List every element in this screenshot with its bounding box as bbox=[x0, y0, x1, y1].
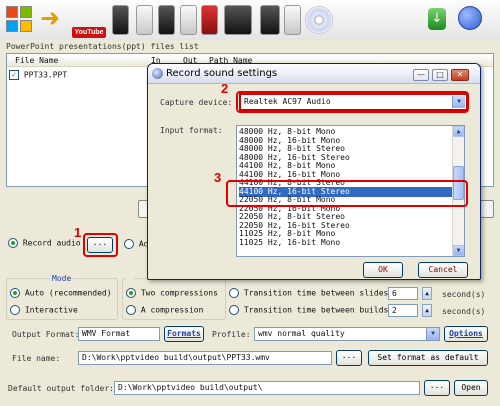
callout-box-3 bbox=[226, 180, 468, 207]
dialog-app-icon bbox=[152, 68, 163, 79]
mode-auto-label: Auto (recommended) bbox=[24, 288, 112, 298]
open-folder-button[interactable]: Open bbox=[454, 380, 488, 396]
compression-title bbox=[126, 274, 134, 283]
mode-auto-radio[interactable] bbox=[10, 288, 20, 298]
one-compression-label: A compression bbox=[140, 305, 204, 315]
builds-time-value: 2 bbox=[392, 306, 397, 315]
file-checkbox[interactable]: ✓ bbox=[9, 70, 19, 80]
cancel-button[interactable]: Cancel bbox=[418, 262, 468, 278]
input-format-label: Input format: bbox=[160, 126, 223, 135]
mode-interactive-label: Interactive bbox=[24, 305, 78, 315]
transition-builds-radio[interactable] bbox=[229, 305, 239, 315]
profile-value: wmv normal quality bbox=[258, 329, 345, 338]
builds-time-input[interactable]: 2 bbox=[388, 304, 418, 317]
minimize-icon[interactable]: — bbox=[413, 69, 429, 81]
output-format-field[interactable]: WMV Format bbox=[78, 327, 160, 341]
convert-arrow-icon: ➜ bbox=[40, 4, 61, 32]
mode-title: Mode bbox=[50, 274, 74, 283]
psp-icon bbox=[224, 5, 252, 35]
slides-unit-label: second(s) bbox=[442, 290, 486, 299]
scroll-down-icon[interactable]: ▼ bbox=[453, 245, 464, 256]
files-list-caption: PowerPoint presentations(ppt) files list bbox=[6, 42, 199, 51]
slides-spin-button[interactable]: ▲ bbox=[422, 287, 432, 300]
output-folder-field[interactable]: D:\Work\pptvideo build\output\ bbox=[114, 381, 420, 395]
builds-unit-label: second(s) bbox=[442, 307, 486, 316]
options-button[interactable]: Options bbox=[444, 326, 488, 342]
youtube-logo: YouTube bbox=[72, 27, 106, 38]
callout-box-1 bbox=[83, 233, 118, 257]
formats-button[interactable]: Formats bbox=[164, 326, 204, 342]
slides-time-input[interactable]: 6 bbox=[388, 287, 418, 300]
add-option[interactable]: Ad bbox=[124, 239, 148, 249]
add-radio[interactable] bbox=[124, 239, 134, 249]
file-name-browse-button[interactable]: ... bbox=[336, 350, 362, 366]
red-player-icon bbox=[201, 5, 218, 35]
output-format-label: Output Format: bbox=[12, 330, 80, 339]
dvd-icon bbox=[305, 6, 333, 34]
slides-time-value: 6 bbox=[392, 289, 397, 298]
one-compression-radio[interactable] bbox=[126, 305, 136, 315]
profile-dropdown-icon[interactable]: ▼ bbox=[426, 328, 439, 340]
capture-device-label: Capture device: bbox=[160, 98, 233, 107]
file-name-label: File name: bbox=[12, 354, 61, 363]
column-file-name[interactable]: File Name bbox=[15, 56, 58, 65]
toolbar: ➜ YouTube ↓ bbox=[0, 0, 500, 40]
file-name-field[interactable]: D:\Work\pptvideo build\output\PPT33.wmv bbox=[78, 351, 332, 365]
ipod-white-icon bbox=[180, 5, 197, 35]
media-player-icon bbox=[112, 5, 129, 35]
two-compressions-radio[interactable] bbox=[126, 288, 136, 298]
mode-auto-option[interactable]: Auto (recommended) bbox=[10, 288, 112, 298]
phone-icon bbox=[136, 5, 153, 35]
builds-spin-button[interactable]: ▲ bbox=[422, 304, 432, 317]
transition-builds-option[interactable]: Transition time between builds bbox=[229, 305, 388, 315]
ok-button[interactable]: OK bbox=[363, 262, 403, 278]
transition-slides-radio[interactable] bbox=[229, 288, 239, 298]
callout-number-2: 2 bbox=[221, 81, 229, 96]
profile-label: Profile: bbox=[212, 330, 251, 339]
help-icon[interactable] bbox=[458, 6, 482, 30]
file-row[interactable]: ✓ PPT33.PPT bbox=[9, 70, 67, 82]
callout-number-1: 1 bbox=[74, 225, 82, 240]
profile-select[interactable]: wmv normal quality ▼ bbox=[254, 327, 440, 341]
callout-box-2 bbox=[236, 91, 469, 113]
mode-interactive-option[interactable]: Interactive bbox=[10, 305, 78, 315]
download-icon[interactable]: ↓ bbox=[428, 8, 446, 30]
output-folder-browse-button[interactable]: ... bbox=[424, 380, 450, 396]
record-audio-radio[interactable] bbox=[8, 238, 18, 248]
dialog-title-bar[interactable]: Record sound settings — □ ✕ bbox=[148, 64, 480, 84]
transition-slides-option[interactable]: Transition time between slides bbox=[229, 288, 388, 298]
transition-slides-label: Transition time between slides bbox=[243, 288, 389, 298]
office-logo-icon bbox=[6, 6, 34, 34]
zune-icon bbox=[260, 5, 280, 35]
format-item[interactable]: 11025 Hz, 16-bit Mono bbox=[239, 238, 453, 248]
mode-interactive-radio[interactable] bbox=[10, 305, 20, 315]
record-audio-option[interactable]: Record audio bbox=[8, 238, 81, 252]
one-compression-option[interactable]: A compression bbox=[126, 305, 203, 315]
dialog-title: Record sound settings bbox=[166, 68, 278, 79]
ipod-icon bbox=[158, 5, 175, 35]
file-name: PPT33.PPT bbox=[23, 70, 68, 80]
close-icon[interactable]: ✕ bbox=[451, 69, 469, 81]
record-audio-label: Record audio bbox=[22, 238, 81, 248]
mp4-player-icon bbox=[284, 5, 301, 35]
maximize-icon[interactable]: □ bbox=[432, 69, 448, 81]
set-format-default-button[interactable]: Set format as default bbox=[368, 350, 488, 366]
transition-builds-label: Transition time between builds bbox=[243, 305, 389, 315]
scroll-up-icon[interactable]: ▲ bbox=[453, 126, 464, 137]
two-compressions-label: Two compressions bbox=[140, 288, 218, 298]
output-folder-label: Default output folder: bbox=[8, 384, 114, 393]
callout-number-3: 3 bbox=[214, 170, 222, 185]
two-compressions-option[interactable]: Two compressions bbox=[126, 288, 218, 298]
